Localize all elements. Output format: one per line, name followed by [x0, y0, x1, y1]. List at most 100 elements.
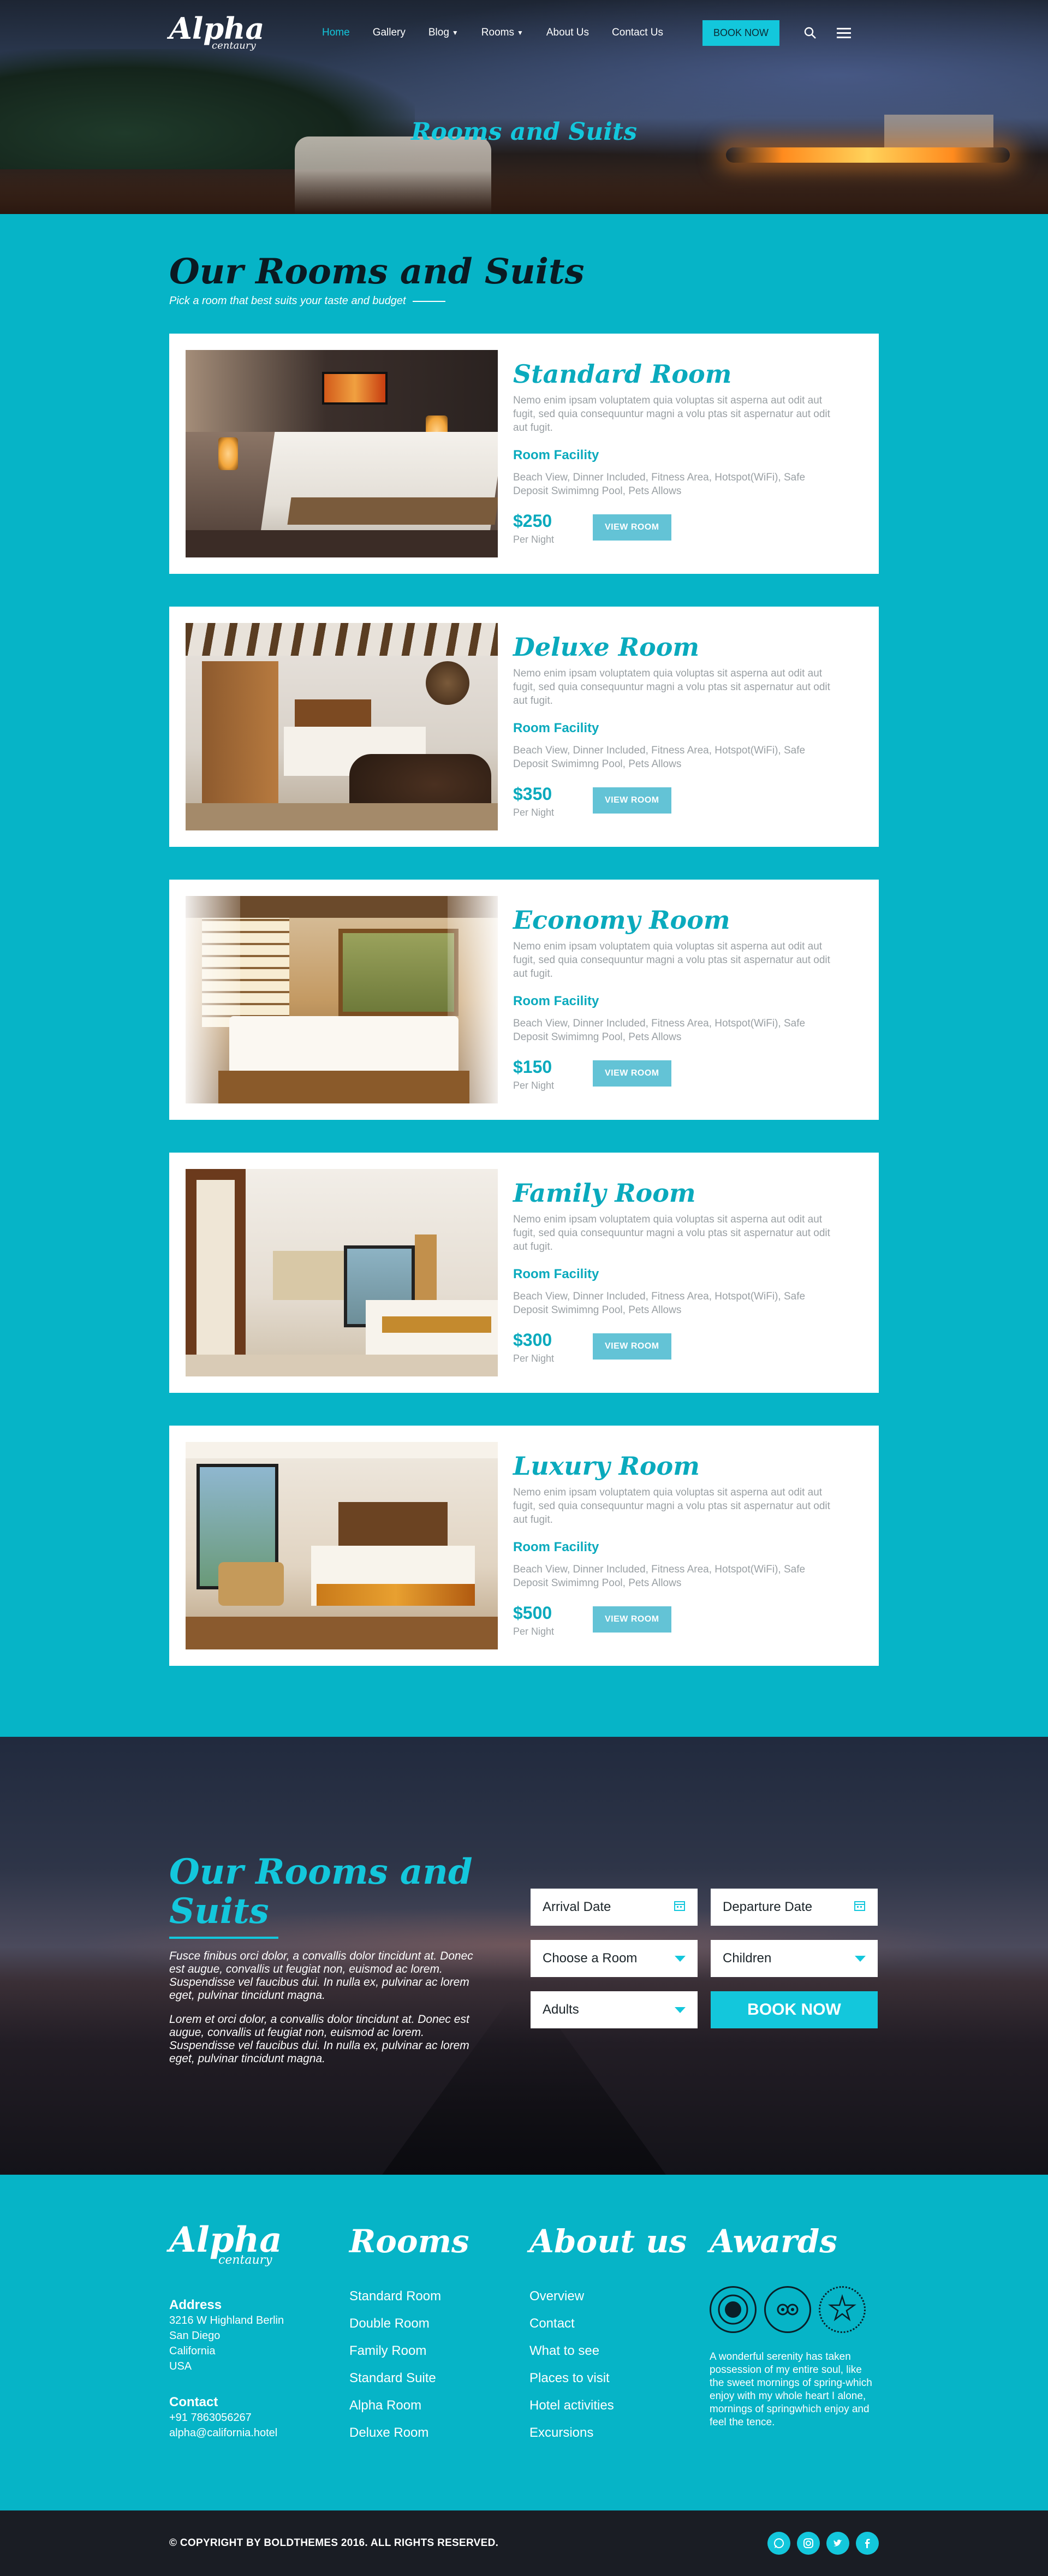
room-select[interactable]: Choose a Room: [531, 1940, 698, 1977]
nav-contact[interactable]: Contact Us: [612, 27, 663, 39]
nav-rooms[interactable]: Rooms ▼: [481, 27, 523, 39]
room-facility-list: Beach View, Dinner Included, Fitness Are…: [513, 1291, 806, 1316]
instagram-icon[interactable]: [797, 2532, 820, 2555]
booking-paragraph-1: Fusce finibus orci dolor, a convallis do…: [169, 1950, 473, 2002]
departure-date-field[interactable]: Departure Date: [711, 1889, 878, 1926]
room-name[interactable]: Family Room: [513, 1179, 841, 1207]
room-card-deluxe: Deluxe Room Nemo enim ipsam voluptatem q…: [169, 607, 879, 847]
price-row: $500 Per Night VIEW ROOM: [513, 1603, 841, 1637]
footer-link-activities[interactable]: Hotel activities: [529, 2392, 693, 2419]
booking-form: Arrival Date Departure Date Choose a Roo…: [531, 1889, 878, 2028]
nav-blog[interactable]: Blog ▼: [428, 27, 458, 39]
footer-link-double-room[interactable]: Double Room: [349, 2310, 513, 2337]
room-price: $500: [513, 1603, 552, 1623]
search-icon[interactable]: [802, 25, 818, 40]
price-unit: Per Night: [513, 1080, 555, 1091]
room-name[interactable]: Economy Room: [513, 906, 841, 934]
footer-link-standard-suite[interactable]: Standard Suite: [349, 2365, 513, 2392]
rooms-heading-block: Our Rooms and Suits Pick a room that bes…: [169, 252, 1048, 307]
hero-firepit-bg: [726, 147, 1010, 163]
footer-link-family-room[interactable]: Family Room: [349, 2337, 513, 2365]
room-photo-family[interactable]: [186, 1169, 498, 1376]
footer-link-deluxe-room[interactable]: Deluxe Room: [349, 2419, 513, 2447]
room-card-economy: Economy Room Nemo enim ipsam voluptatem …: [169, 880, 879, 1120]
nav-home[interactable]: Home: [322, 27, 350, 39]
room-description: Nemo enim ipsam voluptatem quia voluptas…: [513, 395, 830, 434]
room-card-luxury: Luxury Room Nemo enim ipsam voluptatem q…: [169, 1426, 879, 1666]
room-photo-deluxe[interactable]: [186, 623, 498, 830]
booking-submit-button[interactable]: BOOK NOW: [711, 1991, 878, 2028]
main-nav: Home Gallery Blog ▼ Rooms ▼ About Us Conta…: [322, 27, 686, 39]
footer-link-contact[interactable]: Contact: [529, 2310, 693, 2337]
hero-title: Rooms and Suits: [410, 118, 638, 146]
footer-link-what-to-see[interactable]: What to see: [529, 2337, 693, 2365]
footer-awards-column: Awards A wonderful serenity has taken po…: [710, 2224, 884, 2429]
booking-paragraph-2: Lorem et orci dolor, a convallis dolor t…: [169, 2013, 469, 2065]
subtitle-underline: [412, 300, 445, 302]
address-line: California: [169, 2345, 216, 2357]
view-room-button[interactable]: VIEW ROOM: [593, 514, 671, 541]
whatsapp-icon[interactable]: [767, 2532, 790, 2555]
footer: Alpha centaury Address 3216 W Highland B…: [0, 2175, 1048, 2510]
footer-about-heading: About us: [529, 2223, 687, 2260]
adults-select[interactable]: Adults: [531, 1991, 698, 2028]
room-info-luxury: Luxury Room Nemo enim ipsam voluptatem q…: [513, 1442, 841, 1649]
contact-heading: Contact: [169, 2395, 218, 2409]
view-room-button[interactable]: VIEW ROOM: [593, 1333, 671, 1360]
view-room-button[interactable]: VIEW ROOM: [593, 1060, 671, 1087]
footer-link-alpha-room[interactable]: Alpha Room: [349, 2392, 513, 2419]
calendar-icon: [854, 1900, 866, 1915]
price-row: $350 Per Night VIEW ROOM: [513, 784, 841, 818]
room-photo-economy[interactable]: [186, 896, 498, 1103]
price-box: $350 Per Night: [513, 784, 593, 818]
footer-contact-column: Alpha centaury Address 3216 W Highland B…: [169, 2219, 333, 2441]
hamburger-icon[interactable]: [836, 25, 851, 40]
view-room-button[interactable]: VIEW ROOM: [593, 787, 671, 814]
nav-gallery[interactable]: Gallery: [373, 27, 406, 39]
sunset-glow-bg: [0, 1901, 1048, 1988]
rooms-section-subtitle: Pick a room that best suits your taste a…: [169, 295, 1048, 307]
room-facility-heading: Room Facility: [513, 448, 599, 462]
room-facility-heading: Room Facility: [513, 721, 599, 735]
phone-number[interactable]: +91 7863056267: [169, 2410, 333, 2425]
logo[interactable]: Alpha centaury: [169, 14, 295, 51]
room-photo-standard[interactable]: [186, 350, 498, 557]
room-facility-list: Beach View, Dinner Included, Fitness Are…: [513, 1564, 806, 1589]
hero-banner: Alpha centaury Home Gallery Blog ▼ Rooms ▼…: [0, 0, 1048, 214]
twitter-icon[interactable]: [826, 2532, 849, 2555]
footer-logo-main: Alpha: [169, 2219, 282, 2260]
price-box: $250 Per Night: [513, 511, 593, 545]
email-address[interactable]: alpha@california.hotel: [169, 2425, 333, 2441]
booking-intro: Our Rooms and Suits Fusce finibus orci d…: [169, 1853, 475, 2065]
room-name[interactable]: Standard Room: [513, 360, 841, 388]
copyright-bar: © COPYRIGHT BY BOLDTHEMES 2016. ALL RIGH…: [0, 2510, 1048, 2576]
view-room-button[interactable]: VIEW ROOM: [593, 1606, 671, 1633]
copyright-text: © COPYRIGHT BY BOLDTHEMES 2016. ALL RIGH…: [169, 2537, 499, 2549]
chevron-down-icon: ▼: [451, 29, 458, 37]
room-name[interactable]: Deluxe Room: [513, 633, 841, 661]
footer-logo[interactable]: Alpha centaury: [169, 2219, 333, 2268]
price-unit: Per Night: [513, 1626, 555, 1637]
price-row: $250 Per Night VIEW ROOM: [513, 511, 841, 545]
room-price: $350: [513, 784, 552, 804]
footer-link-overview[interactable]: Overview: [529, 2283, 693, 2310]
price-box: $500 Per Night: [513, 1603, 593, 1637]
room-list: Standard Room Nemo enim ipsam voluptatem…: [0, 334, 1048, 1666]
award-badge-icon: [710, 2286, 757, 2333]
footer-rooms-heading: Rooms: [349, 2223, 469, 2260]
room-name[interactable]: Luxury Room: [513, 1452, 841, 1480]
calendar-icon: [674, 1900, 686, 1915]
book-now-button[interactable]: BOOK NOW: [702, 20, 780, 46]
chevron-down-icon: [855, 1951, 866, 1966]
room-photo-luxury[interactable]: [186, 1442, 498, 1649]
footer-link-excursions[interactable]: Excursions: [529, 2419, 693, 2447]
nav-about[interactable]: About Us: [546, 27, 589, 39]
room-card-family: Family Room Nemo enim ipsam voluptatem q…: [169, 1153, 879, 1393]
footer-link-places[interactable]: Places to visit: [529, 2365, 693, 2392]
children-select[interactable]: Children: [711, 1940, 878, 1977]
room-facility-heading: Room Facility: [513, 1267, 599, 1281]
room-description: Nemo enim ipsam voluptatem quia voluptas…: [513, 668, 830, 707]
arrival-date-field[interactable]: Arrival Date: [531, 1889, 698, 1926]
footer-link-standard-room[interactable]: Standard Room: [349, 2283, 513, 2310]
facebook-icon[interactable]: [856, 2532, 879, 2555]
